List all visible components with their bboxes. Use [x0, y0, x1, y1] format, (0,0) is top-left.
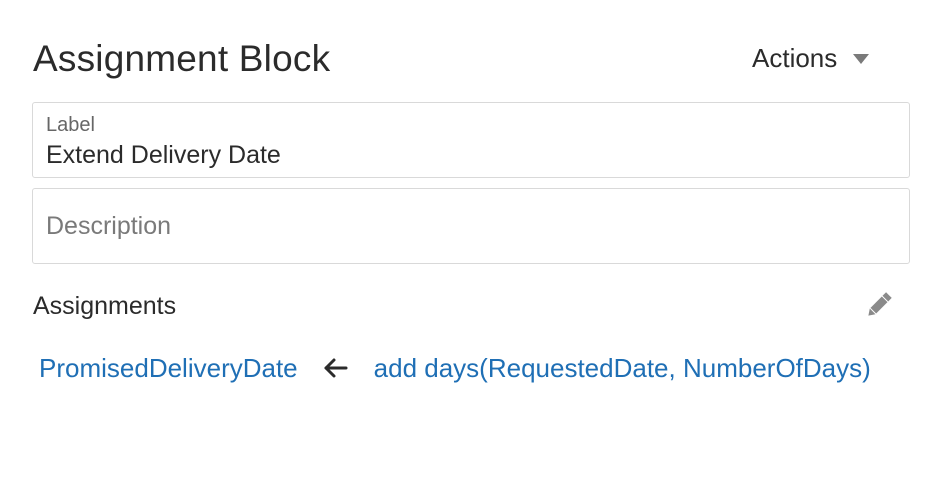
assignment-row: PromisedDeliveryDate add days(RequestedD… [39, 352, 871, 384]
page-title: Assignment Block [33, 38, 331, 79]
label-field-caption: Label [46, 114, 95, 136]
arrow-left-icon [324, 358, 348, 378]
assignments-heading: Assignments [33, 292, 177, 320]
actions-menu-button[interactable]: Actions [752, 42, 870, 74]
assignment-target-link[interactable]: PromisedDeliveryDate [39, 353, 298, 384]
label-field-value[interactable]: Extend Delivery Date [46, 141, 281, 170]
chevron-down-icon [853, 54, 870, 64]
label-field[interactable]: Label Extend Delivery Date [32, 102, 910, 178]
assignment-expression-link[interactable]: add days(RequestedDate, NumberOfDays) [374, 353, 871, 384]
pencil-icon[interactable] [862, 288, 896, 322]
description-placeholder: Description [46, 212, 172, 240]
description-field[interactable]: Description [32, 188, 910, 264]
actions-label: Actions [752, 42, 838, 73]
